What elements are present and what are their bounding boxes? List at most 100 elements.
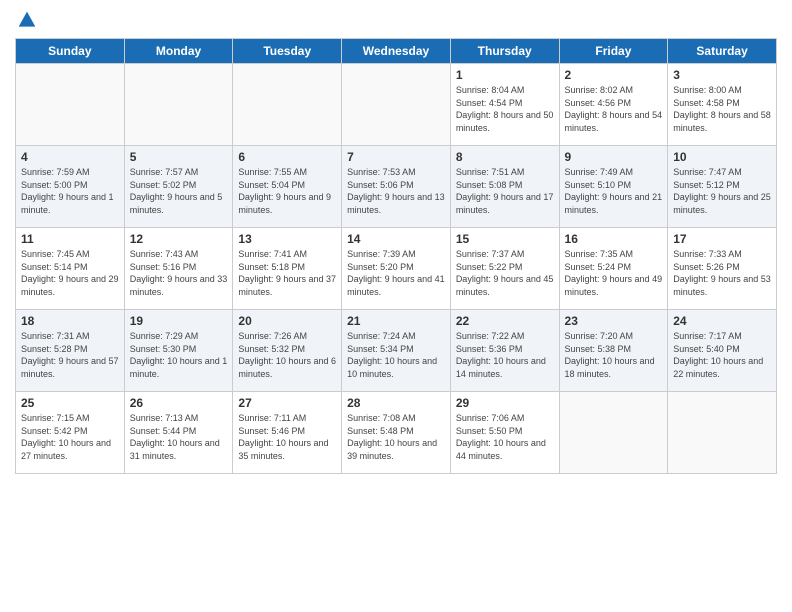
calendar-cell xyxy=(233,64,342,146)
day-number: 9 xyxy=(565,150,663,164)
day-info: Sunrise: 7:47 AMSunset: 5:12 PMDaylight:… xyxy=(673,166,771,216)
weekday-header-sunday: Sunday xyxy=(16,39,125,64)
calendar-cell xyxy=(16,64,125,146)
calendar-cell: 19 Sunrise: 7:29 AMSunset: 5:30 PMDayligh… xyxy=(124,310,233,392)
calendar-cell: 10 Sunrise: 7:47 AMSunset: 5:12 PMDayligh… xyxy=(668,146,777,228)
day-info: Sunrise: 7:15 AMSunset: 5:42 PMDaylight:… xyxy=(21,412,119,462)
calendar-cell: 28Sunrise: 7:08 AMSunset: 5:48 PMDayligh… xyxy=(342,392,451,474)
day-info: Sunrise: 7:29 AMSunset: 5:30 PMDaylight:… xyxy=(130,330,228,380)
day-number: 8 xyxy=(456,150,554,164)
header xyxy=(15,10,777,30)
day-number: 17 xyxy=(673,232,771,246)
calendar-cell: 21 Sunrise: 7:24 AMSunset: 5:34 PMDayligh… xyxy=(342,310,451,392)
day-info: Sunrise: 7:31 AMSunset: 5:28 PMDaylight:… xyxy=(21,330,119,380)
calendar-cell: 24 Sunrise: 7:17 AMSunset: 5:40 PMDayligh… xyxy=(668,310,777,392)
day-info: Sunrise: 7:41 AMSunset: 5:18 PMDaylight:… xyxy=(238,248,336,298)
day-info: Sunrise: 8:00 AMSunset: 4:58 PMDaylight:… xyxy=(673,84,771,134)
day-info: Sunrise: 7:13 AMSunset: 5:44 PMDaylight:… xyxy=(130,412,228,462)
day-info: Sunrise: 7:45 AMSunset: 5:14 PMDaylight:… xyxy=(21,248,119,298)
weekday-header-thursday: Thursday xyxy=(450,39,559,64)
day-info: Sunrise: 7:43 AMSunset: 5:16 PMDaylight:… xyxy=(130,248,228,298)
day-info: Sunrise: 7:53 AMSunset: 5:06 PMDaylight:… xyxy=(347,166,445,216)
day-number: 21 xyxy=(347,314,445,328)
day-number: 6 xyxy=(238,150,336,164)
day-info: Sunrise: 7:17 AMSunset: 5:40 PMDaylight:… xyxy=(673,330,771,380)
calendar-cell: 5 Sunrise: 7:57 AMSunset: 5:02 PMDaylight… xyxy=(124,146,233,228)
day-number: 16 xyxy=(565,232,663,246)
calendar-cell: 14 Sunrise: 7:39 AMSunset: 5:20 PMDayligh… xyxy=(342,228,451,310)
day-number: 18 xyxy=(21,314,119,328)
day-info: Sunrise: 7:35 AMSunset: 5:24 PMDaylight:… xyxy=(565,248,663,298)
day-number: 12 xyxy=(130,232,228,246)
day-info: Sunrise: 7:06 AMSunset: 5:50 PMDaylight:… xyxy=(456,412,554,462)
calendar-cell: 25 Sunrise: 7:15 AMSunset: 5:42 PMDayligh… xyxy=(16,392,125,474)
weekday-header-tuesday: Tuesday xyxy=(233,39,342,64)
calendar-cell: 29 Sunrise: 7:06 AMSunset: 5:50 PMDayligh… xyxy=(450,392,559,474)
weekday-header-monday: Monday xyxy=(124,39,233,64)
day-info: Sunrise: 7:11 AMSunset: 5:46 PMDaylight:… xyxy=(238,412,336,462)
day-number: 29 xyxy=(456,396,554,410)
calendar-cell xyxy=(668,392,777,474)
calendar-cell: 8 Sunrise: 7:51 AMSunset: 5:08 PMDaylight… xyxy=(450,146,559,228)
day-number: 5 xyxy=(130,150,228,164)
day-number: 24 xyxy=(673,314,771,328)
logo xyxy=(15,10,37,30)
day-info: Sunrise: 7:49 AMSunset: 5:10 PMDaylight:… xyxy=(565,166,663,216)
day-info: Sunrise: 8:04 AMSunset: 4:54 PMDaylight:… xyxy=(456,84,554,134)
calendar-cell: 12 Sunrise: 7:43 AMSunset: 5:16 PMDayligh… xyxy=(124,228,233,310)
day-number: 4 xyxy=(21,150,119,164)
calendar-cell: 7Sunrise: 7:53 AMSunset: 5:06 PMDaylight… xyxy=(342,146,451,228)
day-number: 25 xyxy=(21,396,119,410)
day-info: Sunrise: 7:37 AMSunset: 5:22 PMDaylight:… xyxy=(456,248,554,298)
day-number: 26 xyxy=(130,396,228,410)
day-info: Sunrise: 7:57 AMSunset: 5:02 PMDaylight:… xyxy=(130,166,228,216)
day-number: 15 xyxy=(456,232,554,246)
weekday-header-friday: Friday xyxy=(559,39,668,64)
day-info: Sunrise: 7:59 AMSunset: 5:00 PMDaylight:… xyxy=(21,166,119,216)
day-number: 20 xyxy=(238,314,336,328)
week-row-3: 11 Sunrise: 7:45 AMSunset: 5:14 PMDayligh… xyxy=(16,228,777,310)
calendar-cell xyxy=(124,64,233,146)
weekday-header-row: SundayMondayTuesdayWednesdayThursdayFrid… xyxy=(16,39,777,64)
calendar-table: SundayMondayTuesdayWednesdayThursdayFrid… xyxy=(15,38,777,474)
calendar-cell xyxy=(559,392,668,474)
day-number: 13 xyxy=(238,232,336,246)
calendar-cell: 9 Sunrise: 7:49 AMSunset: 5:10 PMDaylight… xyxy=(559,146,668,228)
day-number: 14 xyxy=(347,232,445,246)
day-number: 22 xyxy=(456,314,554,328)
weekday-header-wednesday: Wednesday xyxy=(342,39,451,64)
day-info: Sunrise: 7:51 AMSunset: 5:08 PMDaylight:… xyxy=(456,166,554,216)
day-info: Sunrise: 7:39 AMSunset: 5:20 PMDaylight:… xyxy=(347,248,445,298)
day-number: 23 xyxy=(565,314,663,328)
week-row-2: 4 Sunrise: 7:59 AMSunset: 5:00 PMDaylight… xyxy=(16,146,777,228)
day-number: 28 xyxy=(347,396,445,410)
calendar-cell: 27Sunrise: 7:11 AMSunset: 5:46 PMDayligh… xyxy=(233,392,342,474)
calendar-cell: 3 Sunrise: 8:00 AMSunset: 4:58 PMDaylight… xyxy=(668,64,777,146)
calendar-cell: 26 Sunrise: 7:13 AMSunset: 5:44 PMDayligh… xyxy=(124,392,233,474)
day-info: Sunrise: 7:22 AMSunset: 5:36 PMDaylight:… xyxy=(456,330,554,380)
day-number: 10 xyxy=(673,150,771,164)
main-container: SundayMondayTuesdayWednesdayThursdayFrid… xyxy=(0,0,792,479)
day-number: 1 xyxy=(456,68,554,82)
calendar-cell: 23 Sunrise: 7:20 AMSunset: 5:38 PMDayligh… xyxy=(559,310,668,392)
day-info: Sunrise: 8:02 AMSunset: 4:56 PMDaylight:… xyxy=(565,84,663,134)
calendar-cell: 17 Sunrise: 7:33 AMSunset: 5:26 PMDayligh… xyxy=(668,228,777,310)
day-number: 11 xyxy=(21,232,119,246)
calendar-cell: 4 Sunrise: 7:59 AMSunset: 5:00 PMDaylight… xyxy=(16,146,125,228)
day-number: 19 xyxy=(130,314,228,328)
logo-icon xyxy=(17,10,37,30)
weekday-header-saturday: Saturday xyxy=(668,39,777,64)
day-info: Sunrise: 7:24 AMSunset: 5:34 PMDaylight:… xyxy=(347,330,445,380)
day-info: Sunrise: 7:26 AMSunset: 5:32 PMDaylight:… xyxy=(238,330,336,380)
week-row-1: 1 Sunrise: 8:04 AMSunset: 4:54 PMDaylight… xyxy=(16,64,777,146)
calendar-cell: 11 Sunrise: 7:45 AMSunset: 5:14 PMDayligh… xyxy=(16,228,125,310)
calendar-cell: 13 Sunrise: 7:41 AMSunset: 5:18 PMDayligh… xyxy=(233,228,342,310)
calendar-cell: 22 Sunrise: 7:22 AMSunset: 5:36 PMDayligh… xyxy=(450,310,559,392)
day-number: 2 xyxy=(565,68,663,82)
day-info: Sunrise: 7:20 AMSunset: 5:38 PMDaylight:… xyxy=(565,330,663,380)
calendar-cell: 15 Sunrise: 7:37 AMSunset: 5:22 PMDayligh… xyxy=(450,228,559,310)
day-number: 3 xyxy=(673,68,771,82)
day-info: Sunrise: 7:33 AMSunset: 5:26 PMDaylight:… xyxy=(673,248,771,298)
calendar-cell xyxy=(342,64,451,146)
calendar-cell: 2 Sunrise: 8:02 AMSunset: 4:56 PMDaylight… xyxy=(559,64,668,146)
